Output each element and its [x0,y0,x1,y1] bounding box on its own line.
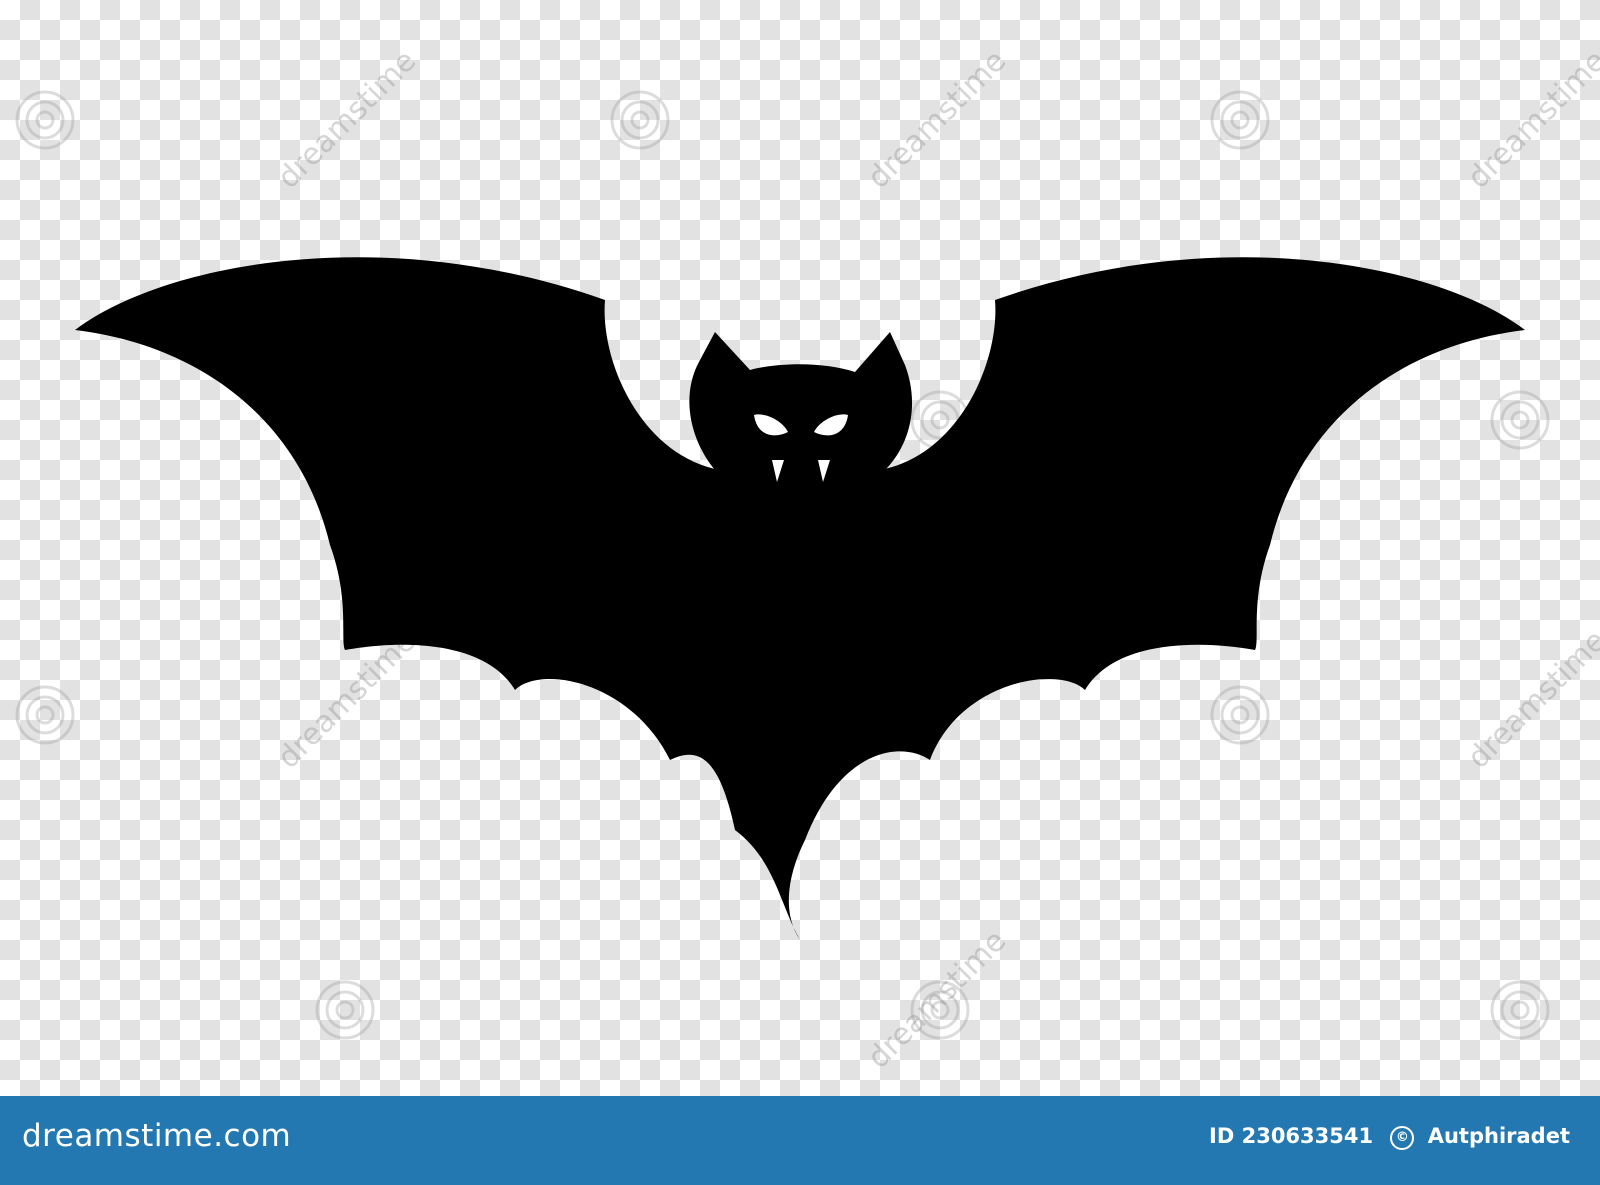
bat-silhouette [75,257,1525,940]
image-credit: ID 230633541 © Autphiradet [1209,1124,1570,1150]
bat-body-wings [75,257,1525,940]
copyright-icon: © [1390,1126,1415,1150]
checkerboard-background: dreamstime dreamstime dreamstime dreamst… [0,0,1600,1096]
watermark-footer-bar: dreamstime.com ID 230633541 © Autphirade… [0,1096,1600,1185]
author-name: Autphiradet [1427,1124,1570,1148]
id-value: 230633541 [1241,1124,1374,1148]
id-label: ID [1209,1124,1235,1148]
brand-logo-text: dreamstime.com [22,1118,292,1154]
bat-head [689,332,913,470]
